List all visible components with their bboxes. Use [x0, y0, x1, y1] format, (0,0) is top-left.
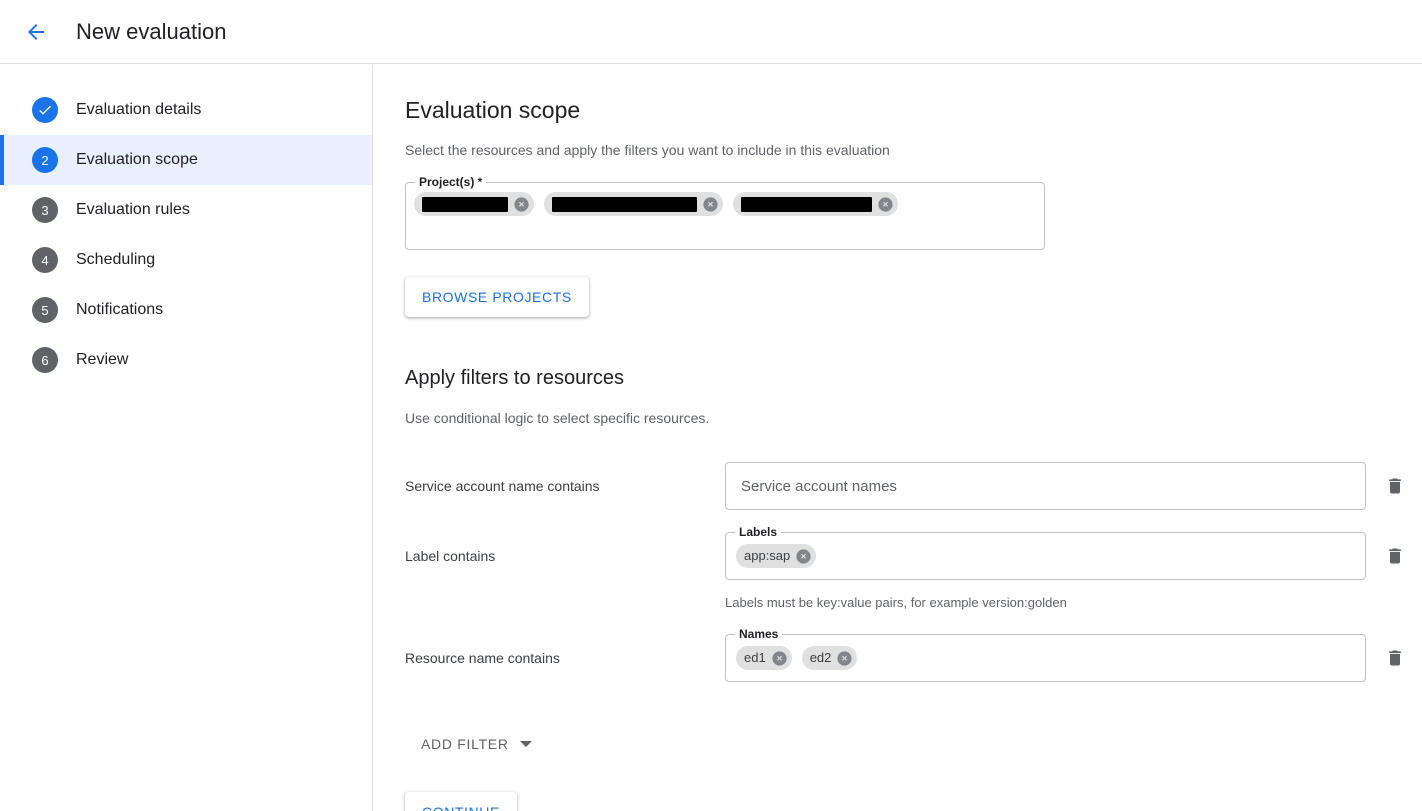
step-number-badge: 5 — [32, 297, 58, 323]
trash-icon — [1385, 648, 1405, 668]
labels-field-legend: Labels — [735, 525, 782, 539]
sidebar-item-scheduling[interactable]: 4 Scheduling — [0, 235, 372, 285]
filter-row-control: Labels app:sap Labels must be key:value … — [725, 525, 1366, 612]
labels-help-text: Labels must be key:value pairs, for exam… — [725, 595, 1067, 610]
project-chip-label-redacted — [552, 196, 697, 212]
sidebar-item-evaluation-details[interactable]: Evaluation details — [0, 85, 372, 135]
names-chip-field[interactable]: Names ed1 ed2 — [725, 627, 1366, 682]
filter-row-label: Service account name contains — [405, 478, 600, 494]
filter-list: Service account name contains Label cont… — [405, 462, 1422, 682]
sidebar-stepper: Evaluation details 2 Evaluation scope 3 … — [0, 65, 373, 811]
project-chip[interactable] — [544, 192, 723, 216]
step-number-badge: 3 — [32, 197, 58, 223]
label-chip-text: app:sap — [744, 548, 791, 563]
filter-row: Label contains Labels app:sap Labels mus… — [405, 525, 1422, 612]
name-chip-text: ed2 — [809, 650, 832, 665]
sidebar-item-label: Evaluation scope — [76, 151, 198, 168]
delete-filter-button[interactable] — [1375, 638, 1415, 678]
project-chip[interactable] — [733, 192, 898, 216]
step-number-badge: 4 — [32, 247, 58, 273]
close-circle-icon[interactable] — [771, 650, 788, 667]
names-chip-list: ed1 ed2 — [736, 646, 1355, 670]
labels-chip-field[interactable]: Labels app:sap — [725, 525, 1366, 580]
projects-chip-list — [414, 192, 1036, 216]
section-title: Evaluation scope — [405, 97, 581, 123]
close-circle-icon[interactable] — [513, 196, 530, 213]
delete-filter-button[interactable] — [1375, 536, 1415, 576]
delete-filter-button[interactable] — [1375, 466, 1415, 506]
close-circle-icon[interactable] — [836, 650, 853, 667]
trash-icon — [1385, 546, 1405, 566]
back-button[interactable] — [16, 12, 56, 52]
app-bar: New evaluation — [0, 0, 1422, 64]
section-subtitle: Select the resources and apply the filte… — [405, 142, 890, 158]
project-chip-label-redacted — [741, 196, 872, 212]
sidebar-item-label: Review — [76, 351, 129, 368]
add-filter-label: ADD FILTER — [421, 736, 509, 752]
close-circle-icon[interactable] — [702, 196, 719, 213]
page-title: New evaluation — [76, 18, 227, 44]
sidebar-item-review[interactable]: 6 Review — [0, 335, 372, 385]
projects-field[interactable]: Project(s) * — [405, 175, 1045, 250]
check-icon — [32, 97, 58, 123]
name-chip-text: ed1 — [744, 650, 766, 665]
continue-button[interactable]: CONTINUE — [405, 792, 517, 811]
filter-row-label: Label contains — [405, 548, 496, 564]
label-chip[interactable]: app:sap — [736, 544, 817, 568]
sidebar-item-label: Evaluation details — [76, 101, 202, 118]
sidebar-item-evaluation-rules[interactable]: 3 Evaluation rules — [0, 185, 372, 235]
filter-row-control — [725, 462, 1366, 510]
sidebar-item-notifications[interactable]: 5 Notifications — [0, 285, 372, 335]
sidebar-item-evaluation-scope[interactable]: 2 Evaluation scope — [0, 135, 372, 185]
projects-field-legend: Project(s) * — [415, 175, 487, 189]
filter-row: Service account name contains — [405, 462, 1422, 510]
main-content: Evaluation scope Select the resources an… — [374, 65, 1422, 811]
filters-title: Apply filters to resources — [405, 367, 624, 389]
close-circle-icon[interactable] — [877, 196, 894, 213]
sidebar-item-label: Notifications — [76, 301, 164, 318]
arrow-left-icon — [24, 20, 48, 44]
add-filter-button[interactable]: ADD FILTER — [421, 726, 532, 762]
project-chip[interactable] — [414, 192, 534, 216]
step-number-badge: 2 — [32, 147, 58, 173]
filter-row-control: Names ed1 ed2 — [725, 627, 1366, 682]
filter-row-label: Resource name contains — [405, 650, 560, 666]
step-number-badge: 6 — [32, 347, 58, 373]
filters-subtitle: Use conditional logic to select specific… — [405, 410, 710, 426]
name-chip[interactable]: ed2 — [801, 646, 858, 670]
close-circle-icon[interactable] — [795, 548, 812, 565]
sidebar-item-label: Evaluation rules — [76, 201, 190, 218]
sidebar-item-label: Scheduling — [76, 251, 156, 268]
names-field-legend: Names — [735, 627, 783, 641]
chevron-down-icon — [519, 741, 532, 747]
browse-projects-button[interactable]: BROWSE PROJECTS — [405, 277, 589, 317]
labels-chip-list: app:sap — [736, 544, 1355, 568]
service-account-names-input[interactable] — [725, 462, 1366, 510]
name-chip[interactable]: ed1 — [736, 646, 792, 670]
filter-row: Resource name contains Names ed1 ed2 — [405, 627, 1422, 682]
project-chip-label-redacted — [422, 196, 508, 212]
trash-icon — [1385, 476, 1405, 496]
